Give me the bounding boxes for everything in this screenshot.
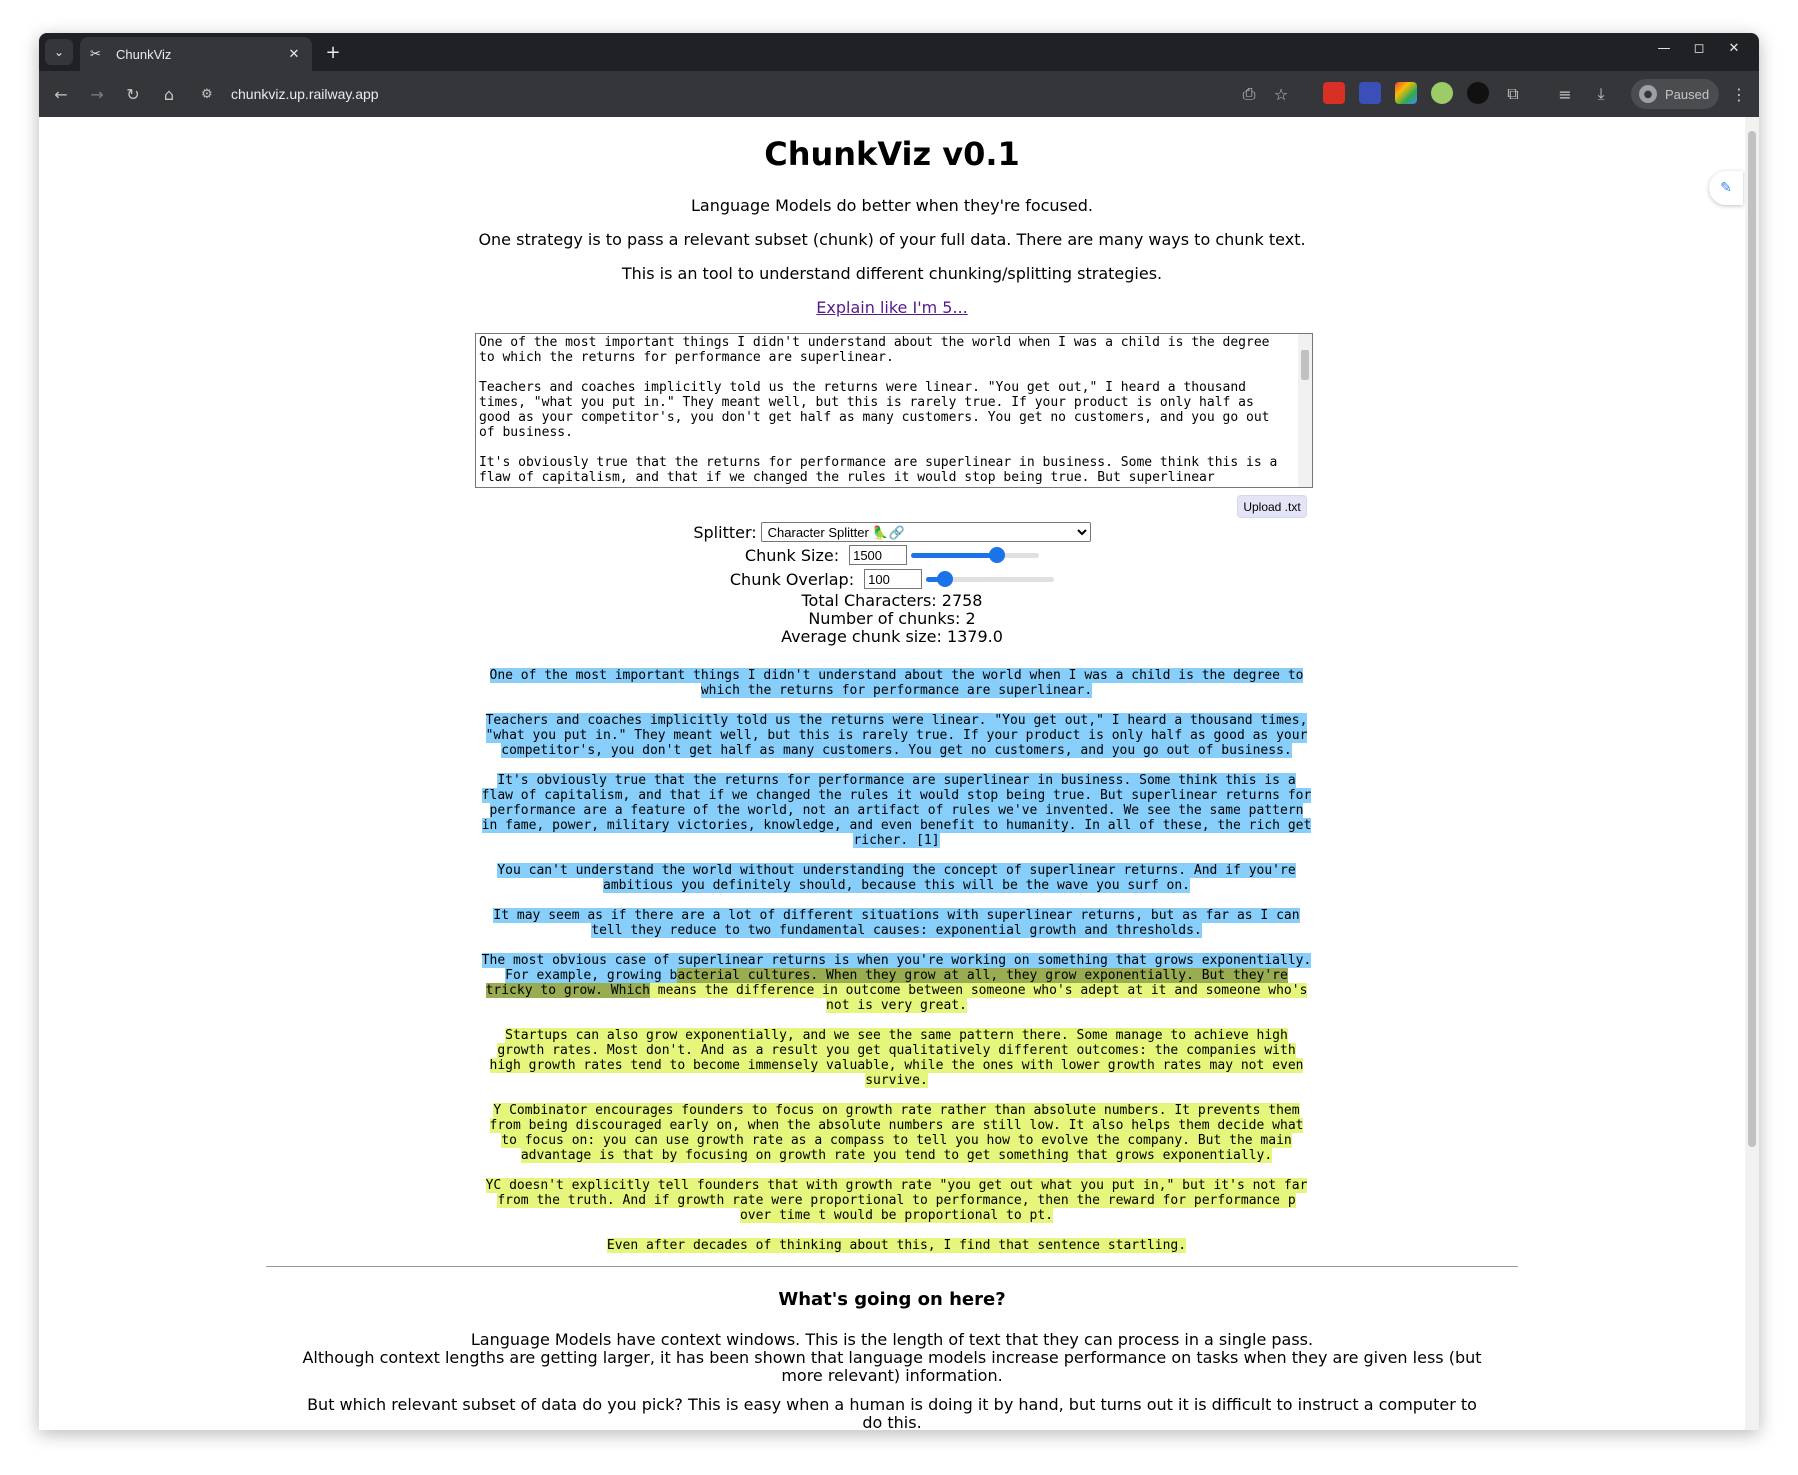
splitter-row: Splitter: Character Splitter 🦜🔗 [39, 522, 1745, 542]
explain-line-1: Language Models have context windows. Th… [470, 1330, 1314, 1349]
chunk-paragraph: Teachers and coaches implicitly told us … [479, 713, 1314, 758]
intro-strategy: One strategy is to pass a relevant subse… [478, 230, 1306, 249]
side-panel-extension-icon[interactable]: ✎ [1709, 171, 1743, 205]
chunk-paragraph: Startups can also grow exponentially, an… [479, 1028, 1314, 1088]
page-viewport: ChunkViz v0.1 Language Models do better … [39, 117, 1759, 1430]
splitter-select[interactable]: Character Splitter 🦜🔗 [760, 522, 1091, 542]
desktop: ⌄ ✂ ChunkViz ✕ + — ◻ ✕ ← → ↻ ⌂ ⚙ chunkvi… [0, 0, 1798, 1475]
chunk-overlap-slider[interactable] [926, 571, 1055, 587]
chunk-1-text: One of the most important things I didn'… [489, 668, 1304, 698]
source-text-input[interactable] [475, 333, 1313, 488]
average-chunk-size: Average chunk size: 1379.0 [781, 627, 1003, 646]
new-tab-icon[interactable]: + [320, 39, 346, 65]
bookmark-star-icon[interactable]: ☆ [1267, 80, 1295, 108]
chunk-2-text: Startups can also grow exponentially, an… [489, 1028, 1304, 1088]
maximize-icon[interactable]: ◻ [1689, 41, 1709, 56]
chunk-size-input[interactable] [849, 545, 908, 565]
address-url[interactable]: chunkviz.up.railway.app [231, 86, 379, 102]
chunk-1-text: It's obviously true that the returns for… [481, 773, 1312, 848]
chunk-size-slider[interactable] [911, 547, 1040, 563]
tab-title: ChunkViz [116, 46, 172, 62]
scissors-favicon-icon: ✂ [90, 46, 101, 62]
intro-focused: Language Models do better when they're f… [691, 196, 1093, 215]
tab-strip: ⌄ ✂ ChunkViz ✕ + — ◻ ✕ [39, 33, 1759, 71]
chunk-2-text: Even after decades of thinking about thi… [606, 1238, 1187, 1253]
upload-txt-button[interactable]: Upload .txt [1237, 495, 1307, 518]
chunk-overlap-label: Chunk Overlap: [729, 569, 855, 589]
browser-window: ⌄ ✂ ChunkViz ✕ + — ◻ ✕ ← → ↻ ⌂ ⚙ chunkvi… [39, 33, 1759, 1430]
chunk-1-text: You can't understand the world without u… [497, 863, 1296, 893]
chunk-overlap-input[interactable] [864, 569, 923, 589]
explain-context-windows: Language Models have context windows. Th… [299, 1331, 1485, 1385]
profile-label: Paused [1665, 86, 1710, 102]
intro-tool: This is an tool to understand different … [621, 264, 1163, 283]
section-divider [266, 1266, 1518, 1267]
site-info-icon[interactable]: ⚙ [201, 87, 223, 102]
tab-chunkviz[interactable]: ✂ ChunkViz ✕ [80, 37, 312, 71]
textarea-scrollbar[interactable] [1298, 334, 1312, 487]
tab-close-icon[interactable]: ✕ [286, 47, 302, 62]
profile-avatar-icon: ● [1639, 85, 1657, 103]
chunk-paragraph: Y Combinator encourages founders to focu… [479, 1103, 1314, 1163]
browser-toolbar: ← → ↻ ⌂ ⚙ chunkviz.up.railway.app ⎙ ☆ ⧉ … [39, 71, 1759, 117]
extension-diamond-icon[interactable] [1395, 82, 1417, 104]
back-icon[interactable]: ← [47, 80, 75, 108]
extensions-puzzle-icon[interactable]: ⧉ [1499, 80, 1527, 108]
tab-search-icon[interactable]: ⌄ [45, 39, 73, 65]
chunk-2-text: YC doesn't explicitly tell founders that… [485, 1178, 1308, 1223]
chunk-paragraph: Even after decades of thinking about thi… [479, 1238, 1314, 1253]
install-app-icon[interactable]: ⎙ [1235, 80, 1263, 108]
extension-dark-icon[interactable] [1467, 82, 1489, 104]
chunk-paragraph: YC doesn't explicitly tell founders that… [479, 1178, 1314, 1223]
chunk-paragraph: It may seem as if there are a lot of dif… [479, 908, 1314, 938]
chunk-1-text: It may seem as if there are a lot of dif… [493, 908, 1300, 938]
section-heading: What's going on here? [778, 1289, 1006, 1310]
reload-icon[interactable]: ↻ [119, 80, 147, 108]
chunk-size-label: Chunk Size: [744, 545, 840, 565]
minimize-icon[interactable]: — [1654, 41, 1674, 56]
chunk-size-row: Chunk Size: [39, 545, 1745, 565]
chunk-1-text: Teachers and coaches implicitly told us … [485, 713, 1308, 758]
splitter-label: Splitter: [693, 522, 757, 542]
page-scrollbar[interactable] [1745, 117, 1759, 1430]
explain-subset: But which relevant subset of data do you… [307, 1395, 1477, 1431]
chunk-paragraph: It's obviously true that the returns for… [479, 773, 1314, 848]
page-title: ChunkViz v0.1 [764, 135, 1020, 173]
extension-blue-icon[interactable] [1359, 82, 1381, 104]
total-characters: Total Characters: 2758 [801, 591, 983, 610]
close-window-icon[interactable]: ✕ [1724, 41, 1744, 56]
menu-icon[interactable]: ⋮ [1725, 80, 1753, 108]
chunk-2-text: Y Combinator encourages founders to focu… [489, 1103, 1304, 1163]
explain-line-2: Although context lengths are getting lar… [302, 1348, 1482, 1385]
chunk-2-text: means the difference in outcome between … [649, 983, 1308, 1013]
extension-red-icon[interactable] [1323, 82, 1345, 104]
address-bar[interactable]: ⚙ chunkviz.up.railway.app [201, 79, 1251, 109]
forward-icon[interactable]: → [83, 80, 111, 108]
chunk-overlap-row: Chunk Overlap: [39, 569, 1745, 589]
media-control-icon[interactable]: ≡ [1551, 80, 1579, 108]
profile-button[interactable]: ● Paused [1631, 79, 1719, 109]
download-icon[interactable]: ⤓ [1587, 80, 1615, 108]
chunk-paragraph: One of the most important things I didn'… [479, 668, 1314, 698]
eli5-link[interactable]: Explain like I'm 5... [816, 298, 967, 317]
home-icon[interactable]: ⌂ [155, 80, 183, 108]
chunk-paragraph: The most obvious case of superlinear ret… [479, 953, 1314, 1013]
scrollbar-thumb[interactable] [1748, 131, 1756, 1147]
extension-green-icon[interactable] [1431, 82, 1453, 104]
number-of-chunks: Number of chunks: 2 [808, 609, 976, 628]
chunk-paragraph: You can't understand the world without u… [479, 863, 1314, 893]
chunk-visualization: One of the most important things I didn'… [479, 668, 1314, 1268]
